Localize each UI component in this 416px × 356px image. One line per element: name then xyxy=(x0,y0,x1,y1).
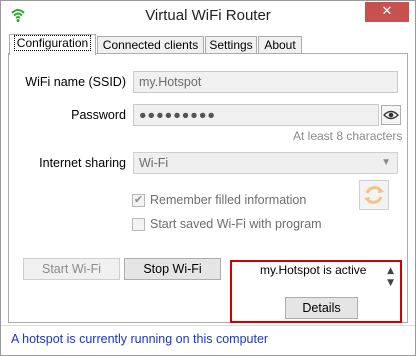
tab-about[interactable]: About xyxy=(258,36,302,54)
autostart-checkbox[interactable] xyxy=(132,218,145,231)
remember-checkbox-label: Remember filled information xyxy=(150,193,307,207)
hotspot-status-text: my.Hotspot is active xyxy=(260,263,367,277)
password-hint: At least 8 characters xyxy=(293,129,403,143)
close-icon: ✕ xyxy=(381,4,393,19)
eye-icon xyxy=(383,110,399,120)
ssid-label: WiFi name (SSID) xyxy=(25,75,126,89)
refresh-button[interactable] xyxy=(359,180,389,210)
show-password-button[interactable] xyxy=(381,105,401,125)
internet-sharing-value: Wi-Fi xyxy=(139,156,169,170)
title-bar: Virtual WiFi Router ✕ xyxy=(1,1,415,32)
status-bar-text: A hotspot is currently running on this c… xyxy=(11,332,269,346)
password-label: Password xyxy=(71,108,126,122)
app-window: Virtual WiFi Router ✕ Configuration Conn… xyxy=(0,0,416,356)
autostart-checkbox-row[interactable]: Start saved Wi-Fi with program xyxy=(132,217,347,233)
autostart-checkbox-label: Start saved Wi-Fi with program xyxy=(150,217,322,231)
ssid-field[interactable]: my.Hotspot xyxy=(133,71,398,93)
internet-sharing-label: Internet sharing xyxy=(39,156,126,170)
details-button[interactable]: Details xyxy=(285,297,358,319)
stop-wifi-button[interactable]: Stop Wi-Fi xyxy=(124,258,221,280)
window-title: Virtual WiFi Router xyxy=(145,7,271,24)
start-wifi-button[interactable]: Start Wi-Fi xyxy=(23,258,120,280)
scroll-up-icon[interactable]: ▲ xyxy=(387,266,394,276)
tab-connected-clients[interactable]: Connected clients xyxy=(97,36,204,54)
close-button[interactable]: ✕ xyxy=(365,2,409,22)
refresh-icon xyxy=(364,186,384,204)
remember-checkbox-row[interactable]: ✔ Remember filled information xyxy=(132,193,347,209)
tab-settings[interactable]: Settings xyxy=(205,36,257,54)
tab-configuration[interactable]: Configuration xyxy=(9,34,96,55)
password-field[interactable]: ●●●●●●●●● xyxy=(133,104,379,126)
chevron-down-icon: ▼ xyxy=(381,157,391,168)
scroll-down-icon[interactable]: ▼ xyxy=(387,278,394,288)
internet-sharing-select[interactable]: Wi-Fi ▼ xyxy=(133,152,398,174)
hotspot-status-panel: my.Hotspot is active ▲ ▼ Details xyxy=(230,260,402,323)
remember-checkbox[interactable]: ✔ xyxy=(132,194,145,207)
status-bar: A hotspot is currently running on this c… xyxy=(1,325,415,355)
